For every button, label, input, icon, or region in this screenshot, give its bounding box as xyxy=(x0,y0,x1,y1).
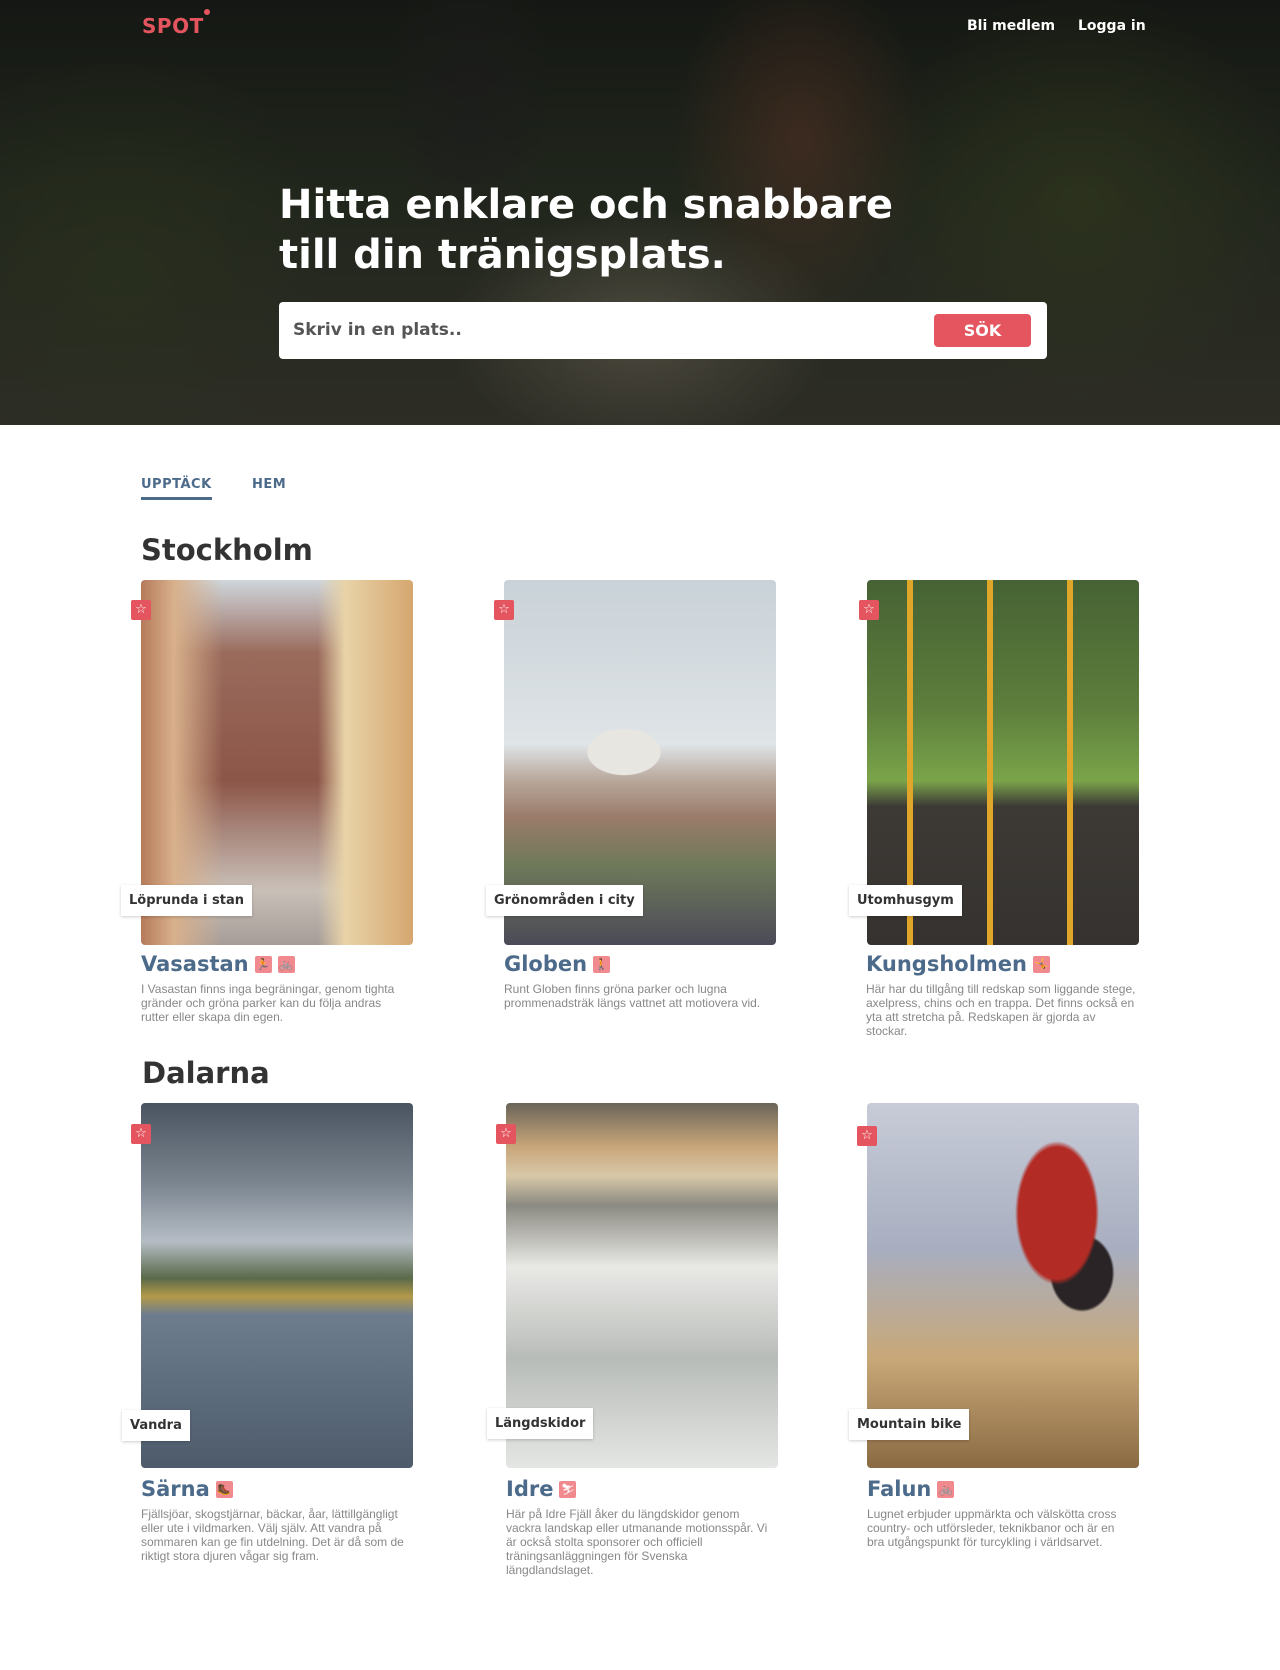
category-tag: Längdskidor xyxy=(487,1408,594,1439)
spot-title[interactable]: Idre xyxy=(506,1477,553,1501)
spot-title[interactable]: Kungsholmen xyxy=(866,952,1027,976)
logo[interactable]: SPOT xyxy=(142,14,204,38)
hero-headline: Hitta enklare och snabbare till din trän… xyxy=(279,180,979,280)
card-title-row: Särna 🥾 xyxy=(141,1477,233,1501)
spot-title[interactable]: Falun xyxy=(867,1477,931,1501)
search-bar: SÖK xyxy=(279,302,1047,359)
search-button[interactable]: SÖK xyxy=(934,314,1031,347)
walking-icon: 🚶 xyxy=(593,955,611,973)
region-title-stockholm: Stockholm xyxy=(141,533,313,567)
headline-line-2: till din tränigsplats. xyxy=(279,232,726,278)
search-input[interactable] xyxy=(293,314,893,346)
join-link[interactable]: Bli medlem xyxy=(967,18,1055,34)
spot-title[interactable]: Vasastan xyxy=(141,952,249,976)
star-icon[interactable]: ☆ xyxy=(131,600,151,620)
login-link[interactable]: Logga in xyxy=(1078,18,1146,34)
spot-description: I Vasastan finns inga begräningar, genom… xyxy=(141,982,395,1024)
tab-discover[interactable]: UPPTÄCK xyxy=(141,477,212,500)
star-icon[interactable]: ☆ xyxy=(496,1124,516,1144)
card-title-row: Kungsholmen 🤸 xyxy=(866,952,1050,976)
running-icon: 🏃 xyxy=(254,955,272,973)
star-icon[interactable]: ☆ xyxy=(494,600,514,620)
category-tag: Grönområden i city xyxy=(486,885,643,916)
category-tag: Mountain bike xyxy=(849,1409,970,1440)
star-icon[interactable]: ☆ xyxy=(859,600,879,620)
card-title-row: Vasastan 🏃 🚲 xyxy=(141,952,295,976)
ski-icon: ⛷ xyxy=(559,1480,577,1498)
category-tag: Löprunda i stan xyxy=(121,885,253,916)
bicycle-icon: 🚲 xyxy=(277,955,295,973)
card-title-row: Falun 🚲 xyxy=(867,1477,955,1501)
spot-description: Runt Globen finns gröna parker och lugna… xyxy=(504,982,761,1010)
card-title-row: Globen 🚶 xyxy=(504,952,611,976)
spot-description: Lugnet erbjuder uppmärkta och välskötta … xyxy=(867,1507,1117,1549)
spot-description: Här har du tillgång till redskap som lig… xyxy=(866,982,1136,1038)
headline-line-1: Hitta enklare och snabbare xyxy=(279,182,894,228)
hiking-icon: 🥾 xyxy=(215,1480,233,1498)
workout-icon: 🤸 xyxy=(1033,955,1050,973)
spot-title[interactable]: Särna xyxy=(141,1477,210,1501)
category-tag: Vandra xyxy=(122,1410,190,1441)
card-title-row: Idre ⛷ xyxy=(506,1477,577,1501)
spot-description: Här på Idre Fjäll åker du längdskidor ge… xyxy=(506,1507,768,1577)
logo-dot xyxy=(204,9,210,15)
hero-banner: SPOT Bli medlem Logga in Hitta enklare o… xyxy=(0,0,1280,425)
category-tag: Utomhusgym xyxy=(849,885,962,916)
star-icon[interactable]: ☆ xyxy=(131,1124,151,1144)
spot-title[interactable]: Globen xyxy=(504,952,587,976)
bicycle-icon: 🚲 xyxy=(937,1480,955,1498)
spot-description: Fjällsjöar, skogstjärnar, bäckar, åar, l… xyxy=(141,1507,404,1563)
star-icon[interactable]: ☆ xyxy=(857,1126,877,1146)
region-title-dalarna: Dalarna xyxy=(142,1056,270,1090)
tab-home[interactable]: HEM xyxy=(252,477,286,492)
